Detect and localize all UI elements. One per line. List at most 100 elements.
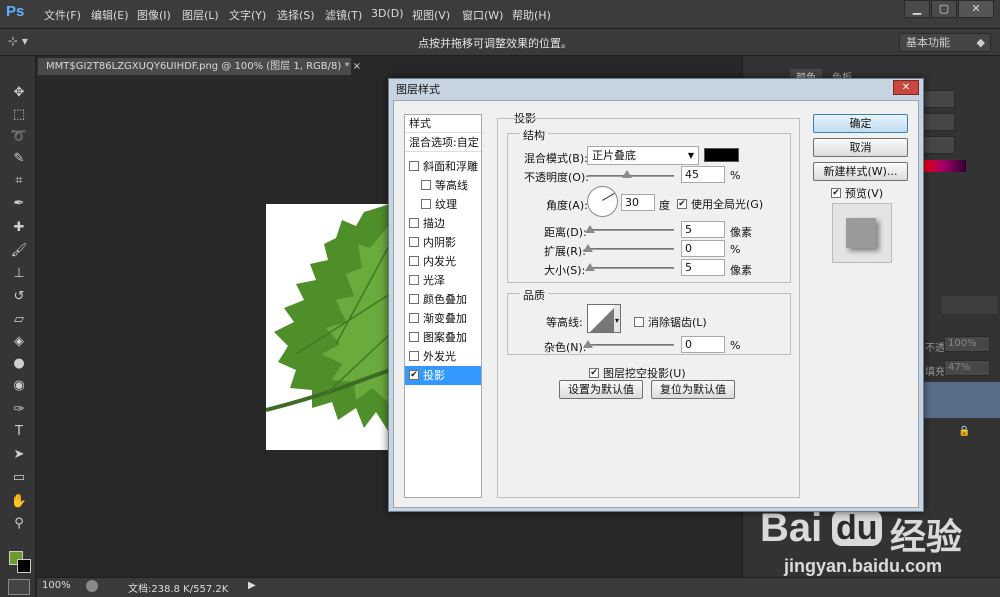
size-slider-thumb[interactable] <box>584 263 595 271</box>
antialias-check[interactable] <box>634 317 644 327</box>
noise-slider-thumb[interactable] <box>583 340 593 348</box>
healing-tool-icon[interactable]: ✚ <box>9 219 29 237</box>
layer-row-selected[interactable] <box>924 382 1000 418</box>
background-color-swatch[interactable] <box>17 559 31 573</box>
knockout-checkbox[interactable]: ✔ 图层挖空投影(U) <box>589 365 686 381</box>
menu-edit[interactable]: 编辑(E) <box>91 7 129 23</box>
style-checkbox[interactable] <box>409 294 419 304</box>
style-item-1[interactable]: 等高线 <box>405 176 481 195</box>
distance-input[interactable]: 5 <box>681 221 725 238</box>
style-item-6[interactable]: 光泽 <box>405 271 481 290</box>
spread-slider[interactable] <box>588 248 674 250</box>
menu-image[interactable]: 图像(I) <box>137 7 171 23</box>
color-ramp[interactable] <box>920 160 966 172</box>
hand-tool-icon[interactable]: ✋ <box>9 493 29 511</box>
blend-mode-select[interactable]: 正片叠底 ▼ <box>587 146 699 165</box>
stamp-tool-icon[interactable]: ⊥ <box>9 265 29 283</box>
style-checkbox[interactable] <box>421 199 431 209</box>
noise-slider[interactable] <box>588 344 674 346</box>
marquee-tool-icon[interactable]: ⬚ <box>9 106 29 124</box>
styles-header[interactable]: 样式 <box>405 114 481 133</box>
style-item-0[interactable]: 斜面和浮雕 <box>405 157 481 176</box>
blur-tool-icon[interactable]: ● <box>9 355 29 373</box>
opacity-input[interactable]: 45 <box>681 166 725 183</box>
brush-tool-icon[interactable]: 🖌 <box>9 242 29 260</box>
menu-view[interactable]: 视图(V) <box>412 7 450 23</box>
status-info-icon[interactable] <box>86 580 98 592</box>
style-checkbox[interactable] <box>409 256 419 266</box>
size-input[interactable]: 5 <box>681 259 725 276</box>
layer-fill-field[interactable]: 47% <box>944 360 990 376</box>
type-tool-icon[interactable]: T <box>9 423 29 441</box>
crop-tool-icon[interactable]: ⌗ <box>9 172 29 190</box>
set-default-button[interactable]: 设置为默认值 <box>559 380 643 399</box>
tab-close-icon[interactable]: × <box>353 61 361 72</box>
move-tool-icon[interactable]: ✥ <box>9 84 29 102</box>
style-item-9[interactable]: 图案叠加 <box>405 328 481 347</box>
status-arrow-icon[interactable]: ▶ <box>248 580 256 591</box>
style-checkbox[interactable] <box>409 218 419 228</box>
style-item-4[interactable]: 内阴影 <box>405 233 481 252</box>
new-style-button[interactable]: 新建样式(W)... <box>813 162 908 181</box>
menu-help[interactable]: 帮助(H) <box>512 7 551 23</box>
move-tool-preset-icon[interactable]: ⊹ ▾ <box>8 34 44 50</box>
maximize-button[interactable]: ▢ <box>931 0 957 18</box>
contour-picker[interactable]: ▾ <box>587 304 621 333</box>
eyedropper-tool-icon[interactable]: ✒ <box>9 195 29 213</box>
distance-slider-thumb[interactable] <box>584 225 595 233</box>
style-item-2[interactable]: 纹理 <box>405 195 481 214</box>
style-item-11[interactable]: ✔ 投影 <box>405 366 481 385</box>
screen-mode-icon[interactable] <box>8 579 30 595</box>
knockout-check[interactable]: ✔ <box>589 368 599 378</box>
style-item-7[interactable]: 颜色叠加 <box>405 290 481 309</box>
document-tab[interactable]: MMT$GI2T86LZGXUQY6UIHDF.png @ 100% (图层 1… <box>37 57 361 76</box>
paint-bucket-tool-icon[interactable]: ◈ <box>9 333 29 351</box>
global-light-check[interactable]: ✔ <box>677 199 687 209</box>
angle-input[interactable]: 30 <box>621 194 655 211</box>
workspace-select[interactable]: 基本功能 ◆ <box>899 33 991 52</box>
menu-window[interactable]: 窗口(W) <box>462 7 503 23</box>
quick-select-tool-icon[interactable]: ✎ <box>9 150 29 168</box>
global-light-checkbox[interactable]: ✔ 使用全局光(G) <box>677 196 763 212</box>
ok-button[interactable]: 确定 <box>813 114 908 133</box>
menu-filter[interactable]: 滤镜(T) <box>325 7 362 23</box>
style-item-5[interactable]: 内发光 <box>405 252 481 271</box>
menu-3d[interactable]: 3D(D) <box>371 7 404 20</box>
style-item-3[interactable]: 描边 <box>405 214 481 233</box>
eraser-tool-icon[interactable]: ▱ <box>9 311 29 329</box>
reset-default-button[interactable]: 复位为默认值 <box>651 380 735 399</box>
menu-file[interactable]: 文件(F) <box>44 7 81 23</box>
minimize-button[interactable]: ▁ <box>904 0 930 18</box>
close-window-button[interactable]: ✕ <box>958 0 994 18</box>
noise-input[interactable]: 0 <box>681 336 725 353</box>
path-select-tool-icon[interactable]: ➤ <box>9 446 29 464</box>
style-checkbox[interactable] <box>409 313 419 323</box>
shadow-color-swatch[interactable] <box>704 148 739 162</box>
zoom-level[interactable]: 100% <box>42 580 71 591</box>
menu-select[interactable]: 选择(S) <box>277 7 315 23</box>
spread-slider-thumb[interactable] <box>583 244 593 252</box>
menu-type[interactable]: 文字(Y) <box>229 7 266 23</box>
style-checkbox[interactable] <box>421 180 431 190</box>
preview-check[interactable]: ✔ <box>831 188 841 198</box>
spread-input[interactable]: 0 <box>681 240 725 257</box>
menu-layer[interactable]: 图层(L) <box>182 7 219 23</box>
preview-checkbox[interactable]: ✔ 预览(V) <box>831 185 883 201</box>
dodge-tool-icon[interactable]: ◉ <box>9 377 29 395</box>
shape-tool-icon[interactable]: ▭ <box>9 469 29 487</box>
style-checkbox[interactable] <box>409 351 419 361</box>
history-brush-tool-icon[interactable]: ↺ <box>9 288 29 306</box>
cancel-button[interactable]: 取消 <box>813 138 908 157</box>
blending-options-item[interactable]: 混合选项:自定 <box>405 133 481 152</box>
style-item-8[interactable]: 渐变叠加 <box>405 309 481 328</box>
size-slider[interactable] <box>588 267 674 269</box>
style-checkbox[interactable] <box>409 161 419 171</box>
zoom-tool-icon[interactable]: ⚲ <box>9 515 29 533</box>
dialog-close-button[interactable]: ✕ <box>893 80 919 95</box>
style-item-10[interactable]: 外发光 <box>405 347 481 366</box>
style-checkbox[interactable] <box>409 275 419 285</box>
style-checkbox[interactable] <box>409 332 419 342</box>
document-canvas-image[interactable] <box>266 204 390 450</box>
lasso-tool-icon[interactable]: ➰ <box>9 128 29 146</box>
layer-opacity-field[interactable]: 100% <box>944 336 990 352</box>
